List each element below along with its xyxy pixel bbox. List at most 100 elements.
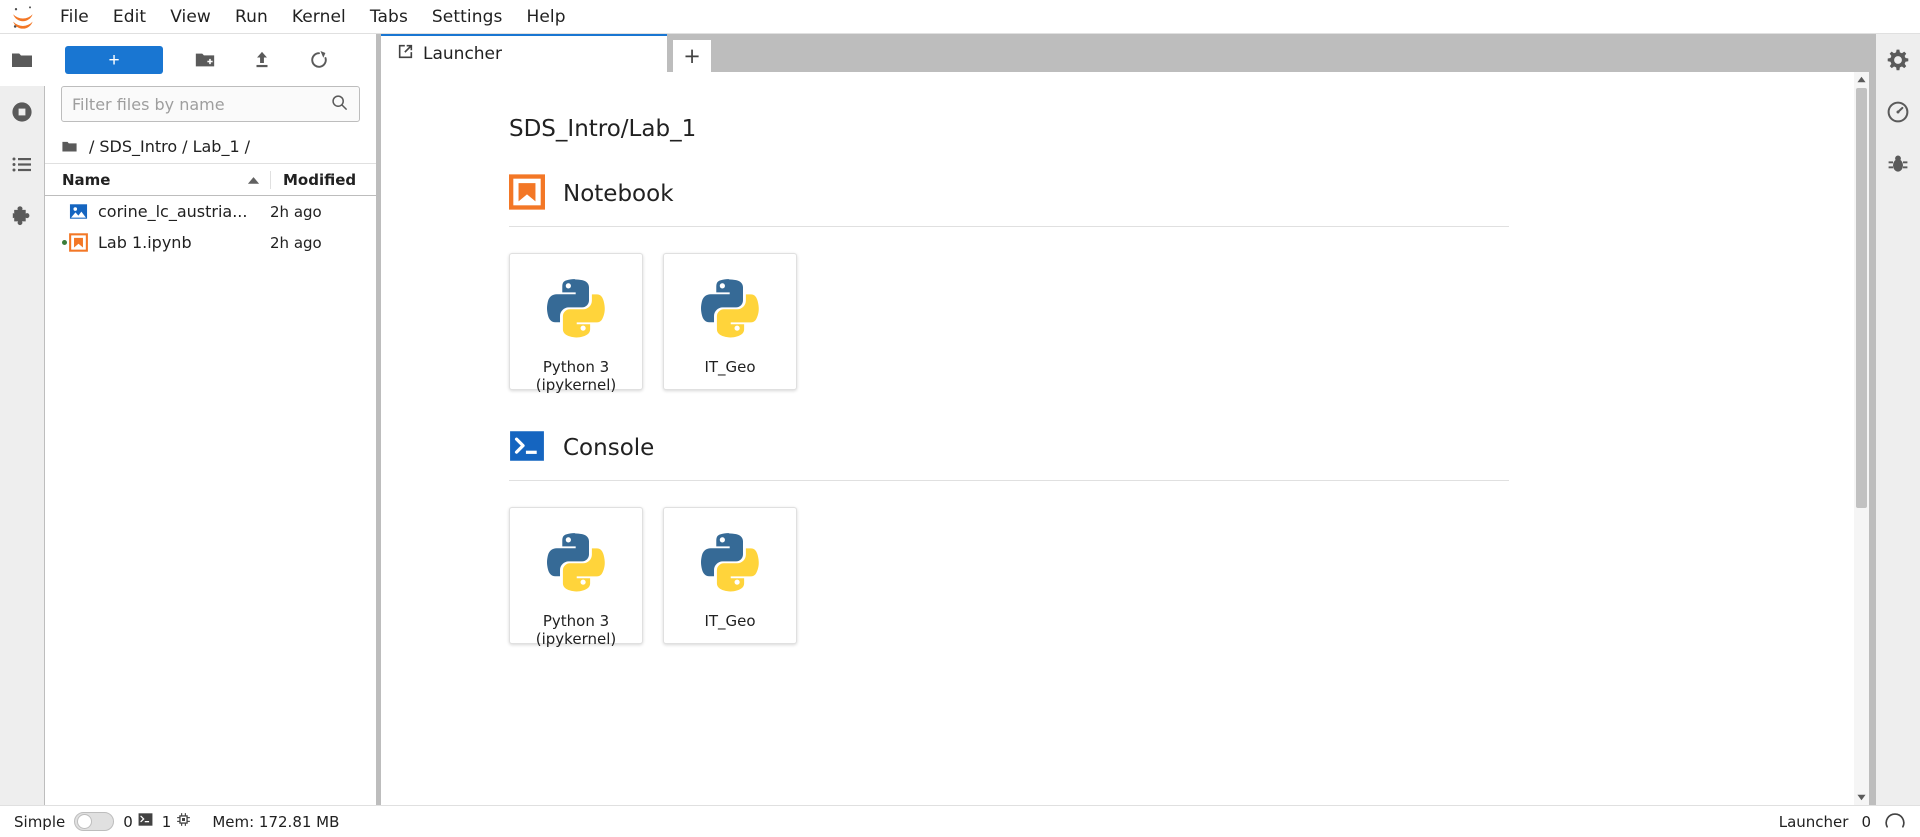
tab-label: Launcher bbox=[423, 44, 503, 64]
breadcrumb-home-icon[interactable] bbox=[61, 138, 78, 155]
bug-icon bbox=[1888, 155, 1908, 172]
search-icon bbox=[330, 93, 349, 116]
tab-launcher[interactable]: Launcher bbox=[381, 34, 667, 72]
launch-card-notebook-python3[interactable]: Python 3 (ipykernel) bbox=[509, 253, 643, 394]
sidebar-item-command-palette[interactable] bbox=[0, 138, 45, 190]
sidebar-item-property-inspector[interactable] bbox=[1876, 34, 1920, 86]
file-browser-toolbar: + bbox=[45, 34, 376, 86]
console-section-icon bbox=[509, 428, 545, 468]
sidebar-item-running[interactable] bbox=[0, 86, 45, 138]
section-title: Notebook bbox=[563, 181, 674, 207]
kernel-icon bbox=[176, 812, 191, 831]
menu-item-help[interactable]: Help bbox=[514, 3, 577, 31]
sort-ascending-icon bbox=[247, 171, 260, 189]
notebook-section-icon bbox=[509, 174, 546, 214]
menu-item-file[interactable]: File bbox=[48, 3, 101, 31]
breadcrumb-separator-1: / bbox=[182, 137, 188, 156]
section-title: Console bbox=[563, 435, 655, 461]
file-name: corine_lc_austria... bbox=[98, 202, 248, 221]
menu-item-settings[interactable]: Settings bbox=[420, 3, 515, 31]
new-tab-button[interactable]: + bbox=[673, 40, 711, 72]
launcher-cwd-title: SDS_Intro/Lab_1 bbox=[509, 116, 697, 142]
scroll-down-arrow-icon[interactable] bbox=[1854, 790, 1869, 805]
scroll-up-arrow-icon[interactable] bbox=[1854, 72, 1869, 87]
jupyterlab-app: File Edit View Run Kernel Tabs Settings … bbox=[0, 0, 1920, 837]
notebook-file-icon bbox=[69, 233, 95, 252]
folder-icon bbox=[12, 53, 32, 67]
list-icon bbox=[12, 157, 31, 172]
sidebar-item-extensions[interactable] bbox=[0, 190, 45, 242]
file-name: Lab 1.ipynb bbox=[98, 233, 192, 252]
running-indicator bbox=[59, 240, 69, 245]
kernel-count: 1 bbox=[161, 812, 172, 831]
terminal-count: 0 bbox=[123, 812, 133, 831]
breadcrumb-separator-2: / bbox=[244, 137, 251, 156]
python-logo-icon bbox=[543, 528, 609, 598]
sidebar-item-debugger[interactable] bbox=[1876, 138, 1920, 190]
launcher-icon bbox=[397, 43, 414, 65]
launch-card-notebook-it-geo[interactable]: IT_Geo bbox=[663, 253, 797, 390]
new-launcher-button[interactable]: + bbox=[65, 46, 163, 74]
launcher-scrollbar[interactable] bbox=[1854, 72, 1869, 805]
console-card-row: Python 3 (ipykernel) IT_Geo bbox=[509, 507, 1869, 648]
menu-bar: File Edit View Run Kernel Tabs Settings … bbox=[0, 0, 1920, 34]
busy-count: 0 bbox=[1861, 812, 1871, 831]
menu-item-edit[interactable]: Edit bbox=[101, 3, 158, 31]
section-header-console: Console bbox=[509, 428, 1509, 481]
card-label: Python 3 (ipykernel) bbox=[535, 358, 617, 394]
terminal-count-item[interactable]: 0 bbox=[123, 812, 153, 831]
active-tab-name: Launcher bbox=[1778, 812, 1849, 831]
file-modified: 2h ago bbox=[270, 233, 322, 252]
refresh-file-list-button[interactable] bbox=[304, 46, 334, 74]
section-header-notebook: Notebook bbox=[509, 174, 1509, 227]
section-console: Console Python 3 (ipykernel) IT_Geo bbox=[509, 428, 1869, 648]
launch-card-console-it-geo[interactable]: IT_Geo bbox=[663, 507, 797, 644]
sidebar-item-debugger-gauge[interactable] bbox=[1876, 86, 1920, 138]
idle-circle-icon[interactable] bbox=[1884, 809, 1906, 835]
file-list-item-corine[interactable]: corine_lc_austria... 2h ago bbox=[45, 196, 376, 227]
breadcrumb-separator-0: / bbox=[89, 137, 95, 156]
kernel-count-item[interactable]: 1 bbox=[162, 812, 192, 831]
file-browser-panel: + Filter files by name / SDS_Intro / Lab… bbox=[45, 34, 377, 805]
column-header-modified[interactable]: Modified bbox=[270, 170, 362, 189]
card-label: IT_Geo bbox=[704, 358, 756, 376]
column-header-name-label: Name bbox=[62, 170, 111, 189]
menu-item-run[interactable]: Run bbox=[223, 3, 280, 31]
breadcrumb-item-lab-1[interactable]: Lab_1 bbox=[191, 137, 242, 156]
filter-wrap bbox=[45, 86, 376, 130]
status-bar-right: Launcher 0 bbox=[1779, 809, 1906, 835]
menu-item-view[interactable]: View bbox=[158, 3, 223, 31]
launcher-content: SDS_Intro/Lab_1 Notebook Python 3 (ipyke… bbox=[381, 72, 1869, 805]
right-sidebar-rail bbox=[1875, 34, 1920, 805]
breadcrumb: / SDS_Intro / Lab_1 / bbox=[45, 130, 376, 164]
gauge-icon bbox=[1887, 101, 1909, 123]
gear-icon bbox=[1887, 49, 1909, 71]
main-dock-area: Launcher + SDS_Intro/Lab_1 Notebook Pyth… bbox=[377, 34, 1875, 805]
menu-item-kernel[interactable]: Kernel bbox=[280, 3, 358, 31]
upload-files-button[interactable] bbox=[247, 46, 277, 74]
main-body: + Filter files by name / SDS_Intro / Lab… bbox=[0, 34, 1920, 805]
file-list: corine_lc_austria... 2h ago Lab 1.ipynb … bbox=[45, 196, 376, 805]
column-header-name[interactable]: Name bbox=[59, 171, 270, 189]
jupyter-logo-icon bbox=[6, 3, 40, 31]
python-logo-icon bbox=[543, 274, 609, 344]
breadcrumb-item-sds-intro[interactable]: SDS_Intro bbox=[97, 137, 179, 156]
simple-mode-toggle[interactable] bbox=[74, 812, 115, 831]
python-logo-icon bbox=[697, 528, 763, 598]
launcher-panel: SDS_Intro/Lab_1 Notebook Python 3 (ipyke… bbox=[381, 72, 1869, 805]
upload-icon bbox=[256, 51, 268, 68]
card-label: Python 3 (ipykernel) bbox=[535, 612, 617, 648]
puzzle-icon bbox=[12, 206, 30, 226]
file-list-item-lab1[interactable]: Lab 1.ipynb 2h ago bbox=[45, 227, 376, 258]
filter-files-input[interactable] bbox=[72, 94, 330, 114]
section-notebook: Notebook Python 3 (ipykernel) IT_Geo bbox=[509, 174, 1869, 394]
new-folder-button[interactable] bbox=[190, 46, 220, 74]
scrollbar-thumb[interactable] bbox=[1856, 88, 1867, 508]
launch-card-console-python3[interactable]: Python 3 (ipykernel) bbox=[509, 507, 643, 648]
menu-item-tabs[interactable]: Tabs bbox=[358, 3, 420, 31]
notebook-card-row: Python 3 (ipykernel) IT_Geo bbox=[509, 253, 1869, 394]
filter-files-box[interactable] bbox=[61, 86, 360, 122]
card-label: IT_Geo bbox=[704, 612, 756, 630]
sidebar-item-file-browser[interactable] bbox=[0, 34, 45, 86]
status-bar-left: Simple 0 1 Mem: 172.81 MB bbox=[14, 812, 339, 831]
